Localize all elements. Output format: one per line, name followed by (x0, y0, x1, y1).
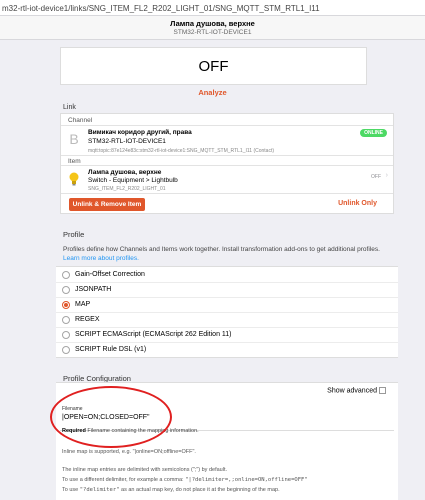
info-custom-delimiter-code: "|?delimiter=,;online=ON,offline=OFF" (185, 477, 308, 483)
analyze-button[interactable]: Analyze (0, 88, 425, 97)
checkbox-icon[interactable] (379, 387, 386, 394)
profile-heading: Profile (63, 230, 85, 239)
profile-option-label: JSONPATH (75, 286, 112, 293)
url-bar[interactable]: m32-rtl-iot-device1/links/SNG_ITEM_FL2_R… (0, 0, 425, 16)
lightbulb-icon (68, 172, 80, 191)
radio-icon[interactable] (62, 316, 70, 324)
channel-thing: STM32-RTL-IOT-DEVICE1 (88, 138, 166, 145)
chevron-right-icon: › (385, 172, 388, 179)
channel-row[interactable]: B Вимикач коридор другий, права STM32-RT… (61, 125, 393, 156)
link-card: Channel B Вимикач коридор другий, права … (60, 113, 394, 214)
info-delimiter-key-pre: To use (62, 487, 80, 493)
profile-option-label: SCRIPT Rule DSL (v1) (75, 346, 147, 353)
unlink-only-button[interactable]: Unlink Only (338, 200, 377, 207)
item-name: Лампа душова, верхне (88, 169, 162, 176)
profile-option-label: MAP (75, 301, 91, 308)
channel-b-icon: B (69, 131, 79, 147)
info-delimiter-key: To use "?delimiter" as an actual map key… (62, 487, 280, 493)
info-delimiter: The inline map entries are delimited wit… (62, 467, 228, 473)
profile-option-script-dsl[interactable]: SCRIPT Rule DSL (v1) (56, 343, 398, 358)
radio-selected-icon[interactable] (62, 301, 70, 309)
radio-icon[interactable] (62, 346, 70, 354)
red-annotation-circle (50, 386, 172, 448)
show-advanced-toggle[interactable]: Show advanced (327, 387, 386, 394)
profile-option-label: SCRIPT ECMAScript (ECMAScript 262 Editio… (75, 331, 232, 338)
info-delimiter-key-code: "?delimiter" (79, 487, 120, 493)
profile-option-label: Gain-Offset Correction (75, 271, 145, 278)
page-title: Лампа душова, верхне (170, 19, 255, 28)
profile-option-gain-offset[interactable]: Gain-Offset Correction (56, 268, 398, 283)
channel-name: Вимикач коридор другий, права (88, 129, 192, 136)
profile-options: Gain-Offset Correction JSONPATH MAP REGE… (56, 266, 398, 358)
info-custom-delimiter-text: To use a different delimiter, for exampl… (62, 477, 186, 483)
unlink-remove-button[interactable]: Unlink & Remove Item (69, 198, 145, 211)
item-row[interactable]: Лампа душова, верхне Switch - Equipment … (61, 165, 393, 194)
profile-option-label: REGEX (75, 316, 100, 323)
item-state-card: OFF (60, 47, 367, 85)
learn-more-link[interactable]: Learn more about profiles. (63, 255, 139, 262)
item-uid: SNG_ITEM_FL2_R202_LIGHT_01 (88, 186, 166, 192)
radio-icon[interactable] (62, 331, 70, 339)
info-inline-map: Inline map is supported, e.g. "|online=O… (62, 449, 196, 455)
url-text: m32-rtl-iot-device1/links/SNG_ITEM_FL2_R… (2, 4, 320, 13)
show-advanced-label: Show advanced (327, 387, 377, 395)
item-type: Switch - Equipment > Lightbulb (88, 177, 178, 184)
profile-option-map[interactable]: MAP (56, 298, 398, 313)
profile-option-script-ecmascript[interactable]: SCRIPT ECMAScript (ECMAScript 262 Editio… (56, 328, 398, 343)
item-label: Item (68, 158, 81, 165)
info-delimiter-key-post: as an actual map key, do not place it at… (119, 487, 280, 493)
profile-option-jsonpath[interactable]: JSONPATH (56, 283, 398, 298)
profile-description-text: Profiles define how Channels and Items w… (63, 246, 380, 253)
item-state-label: OFF (371, 174, 381, 180)
page-subtitle: STM32-RTL-IOT-DEVICE1 (173, 29, 252, 36)
status-badge: ONLINE (360, 129, 387, 137)
info-custom-delimiter: To use a different delimiter, for exampl… (62, 477, 308, 483)
profile-option-regex[interactable]: REGEX (56, 313, 398, 328)
link-heading: Link (63, 104, 76, 111)
radio-icon[interactable] (62, 271, 70, 279)
channel-label: Channel (68, 117, 93, 124)
radio-icon[interactable] (62, 286, 70, 294)
navbar: Лампа душова, верхне STM32-RTL-IOT-DEVIC… (0, 16, 425, 40)
item-state-value: OFF (198, 58, 229, 75)
profile-description: Profiles define how Channels and Items w… (63, 245, 398, 263)
channel-uid: mqtt:topic:87e124e83c:stm32-rtl-iot-devi… (88, 148, 275, 154)
